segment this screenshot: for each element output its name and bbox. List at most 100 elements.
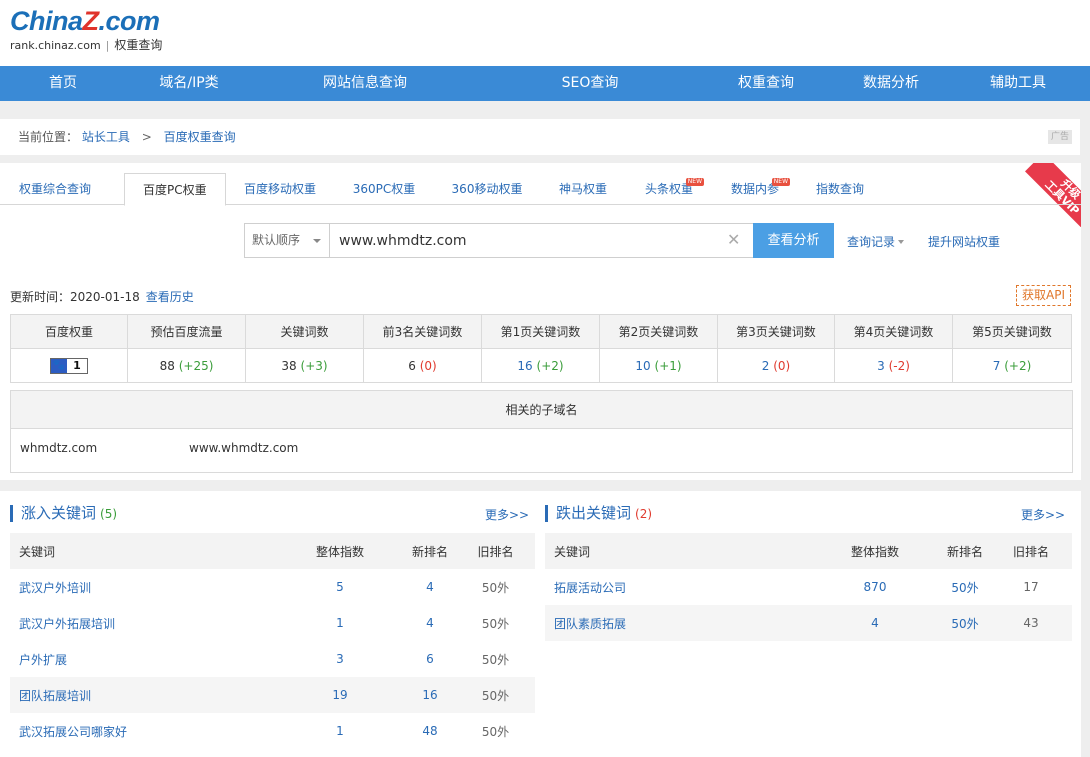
nav-data-analysis[interactable]: 数据分析 bbox=[863, 66, 919, 101]
breadcrumb-item-current[interactable]: 百度权重查询 bbox=[164, 130, 236, 144]
new-rank[interactable]: 48 bbox=[405, 713, 455, 749]
baidu-weight-cell: 🐾 1 bbox=[10, 348, 128, 383]
index-value[interactable]: 19 bbox=[275, 677, 405, 713]
baidu-weight-badge[interactable]: 🐾 1 bbox=[50, 357, 88, 374]
chevron-down-icon bbox=[898, 240, 905, 244]
stats-cell: 38 (+3) bbox=[245, 348, 364, 383]
rising-keywords-title: 涨入关键词 (5) bbox=[10, 505, 117, 522]
tab-360-pc[interactable]: 360PC权重 bbox=[353, 173, 416, 205]
keyword-link[interactable]: 团队素质拓展 bbox=[545, 605, 810, 641]
index-value[interactable]: 4 bbox=[810, 605, 940, 641]
nav-site-info[interactable]: 网站信息查询 bbox=[323, 66, 407, 101]
weight-stats-table: 百度权重 预估百度流量 关键词数 前3名关键词数 第1页关键词数 第2页关键词数… bbox=[10, 314, 1072, 383]
index-value[interactable]: 1 bbox=[275, 605, 405, 641]
chevron-down-icon bbox=[313, 239, 321, 243]
index-value[interactable]: 5 bbox=[275, 569, 405, 605]
tab-toutiao[interactable]: 头条权重 NEW bbox=[645, 173, 705, 205]
keyword-link[interactable]: 拓展活动公司 bbox=[545, 569, 810, 605]
stats-header: 第3页关键词数 bbox=[717, 314, 835, 349]
search-button[interactable]: 查看分析 bbox=[753, 223, 834, 258]
close-icon[interactable]: ✕ bbox=[727, 231, 740, 249]
new-rank[interactable]: 16 bbox=[405, 677, 455, 713]
index-value[interactable]: 1 bbox=[275, 713, 405, 749]
subdomain-box: 相关的子域名 whmdtz.com www.whmdtz.com bbox=[10, 390, 1073, 473]
stats-cell: 6 (0) bbox=[363, 348, 482, 383]
rising-header: 关键词 bbox=[10, 533, 275, 569]
falling-header: 关键词 bbox=[545, 533, 810, 569]
tab-shenma[interactable]: 神马权重 bbox=[559, 173, 607, 205]
logo-subtitle: rank.chinaz.com | 权重查询 bbox=[10, 38, 163, 52]
old-rank: 43 bbox=[990, 605, 1072, 641]
index-value[interactable]: 3 bbox=[275, 641, 405, 677]
order-select[interactable]: 默认顺序 bbox=[244, 223, 330, 258]
update-time: 更新时间：2020-01-18 查看历史 bbox=[10, 290, 194, 304]
table-row: 武汉户外培训 5 4 50外 bbox=[10, 569, 536, 605]
tab-data-insight[interactable]: 数据内参 NEW bbox=[731, 173, 791, 205]
old-rank: 17 bbox=[1023, 580, 1039, 594]
tab-baidu-mobile[interactable]: 百度移动权重 bbox=[244, 173, 316, 205]
stats-header: 关键词数 bbox=[245, 314, 364, 349]
keyword-link[interactable]: 户外扩展 bbox=[10, 641, 275, 677]
new-badge: NEW bbox=[771, 178, 791, 186]
get-api-button[interactable]: 获取API bbox=[1016, 285, 1071, 306]
index-value[interactable]: 870 bbox=[810, 569, 940, 605]
new-rank[interactable]: 4 bbox=[405, 569, 455, 605]
old-rank: 50外 bbox=[455, 677, 536, 713]
search-bar: 默认顺序 ✕ 查看分析 bbox=[244, 223, 834, 258]
falling-keywords-table: 关键词 整体指数 新排名 旧排名 拓展活动公司 870 50外 17 团队素质拓… bbox=[545, 533, 1072, 641]
breadcrumb-item-tools[interactable]: 站长工具 bbox=[82, 130, 130, 144]
new-badge: NEW bbox=[685, 178, 705, 186]
query-history-link[interactable]: 查询记录 bbox=[847, 233, 905, 250]
old-rank: 50外 bbox=[481, 616, 510, 631]
table-row: 团队素质拓展 4 50外 43 bbox=[545, 605, 1072, 641]
new-rank[interactable]: 6 bbox=[405, 641, 455, 677]
stats-cell[interactable]: 16 (+2) bbox=[481, 348, 600, 383]
falling-keywords-panel: 跌出关键词 (2) 更多>> 关键词 整体指数 新排名 旧排名 拓展活动公司 87… bbox=[535, 491, 1081, 757]
stats-cell[interactable]: 7 (+2) bbox=[952, 348, 1072, 383]
tab-index[interactable]: 指数查询 bbox=[816, 173, 864, 205]
falling-header: 新排名 bbox=[940, 533, 990, 569]
new-rank[interactable]: 50外 bbox=[940, 605, 990, 641]
table-row: 拓展活动公司 870 50外 17 bbox=[545, 569, 1072, 605]
keyword-link[interactable]: 武汉户外拓展培训 bbox=[10, 605, 275, 641]
tab-overall[interactable]: 权重综合查询 bbox=[19, 173, 91, 205]
new-rank[interactable]: 50外 bbox=[940, 569, 990, 605]
nav-weight[interactable]: 权重查询 bbox=[738, 66, 794, 101]
nav-home[interactable]: 首页 bbox=[49, 66, 77, 101]
subdomain-item[interactable]: www.whmdtz.com bbox=[189, 441, 298, 455]
falling-header: 旧排名 bbox=[990, 533, 1072, 569]
rising-keywords-panel: 涨入关键词 (5) 更多>> 关键词 整体指数 新排名 旧排名 武汉户外培训 5 … bbox=[0, 491, 545, 757]
new-rank[interactable]: 4 bbox=[405, 605, 455, 641]
falling-more-link[interactable]: 更多>> bbox=[1021, 506, 1065, 523]
stats-header: 第1页关键词数 bbox=[481, 314, 600, 349]
stats-cell[interactable]: 2 (0) bbox=[717, 348, 835, 383]
old-rank: 50外 bbox=[481, 652, 510, 667]
stats-header: 第5页关键词数 bbox=[952, 314, 1072, 349]
table-row: 武汉户外拓展培训 1 4 50外 bbox=[10, 605, 536, 641]
rising-more-link[interactable]: 更多>> bbox=[485, 506, 529, 523]
improve-weight-link[interactable]: 提升网站权重 bbox=[928, 233, 1000, 250]
keyword-link[interactable]: 武汉户外培训 bbox=[10, 569, 275, 605]
ad-label: 广告 bbox=[1048, 130, 1072, 144]
stats-cell[interactable]: 3 (-2) bbox=[834, 348, 953, 383]
keyword-link[interactable]: 武汉拓展公司哪家好 bbox=[10, 713, 275, 749]
nav-tools[interactable]: 辅助工具 bbox=[990, 66, 1046, 101]
tab-baidu-pc[interactable]: 百度PC权重 bbox=[124, 173, 226, 206]
chinaz-logo[interactable]: ChinaZ.com bbox=[10, 6, 160, 36]
stats-header: 预估百度流量 bbox=[127, 314, 246, 349]
search-input[interactable] bbox=[329, 223, 754, 258]
subdomain-item[interactable]: whmdtz.com bbox=[20, 441, 97, 455]
falling-keywords-title: 跌出关键词 (2) bbox=[545, 505, 652, 522]
view-history-link[interactable]: 查看历史 bbox=[146, 290, 194, 304]
stats-header: 第2页关键词数 bbox=[599, 314, 718, 349]
baidu-paw-icon: 🐾 bbox=[51, 358, 67, 373]
falling-header: 整体指数 bbox=[810, 533, 940, 569]
nav-seo[interactable]: SEO查询 bbox=[562, 66, 619, 101]
rising-header: 整体指数 bbox=[275, 533, 405, 569]
site-header: ChinaZ.com rank.chinaz.com | 权重查询 bbox=[0, 0, 1090, 66]
stats-header: 第4页关键词数 bbox=[834, 314, 953, 349]
tab-360-mobile[interactable]: 360移动权重 bbox=[452, 173, 523, 205]
stats-cell[interactable]: 10 (+1) bbox=[599, 348, 718, 383]
nav-domain-ip[interactable]: 域名/IP类 bbox=[159, 66, 218, 101]
keyword-link[interactable]: 团队拓展培训 bbox=[10, 677, 275, 713]
